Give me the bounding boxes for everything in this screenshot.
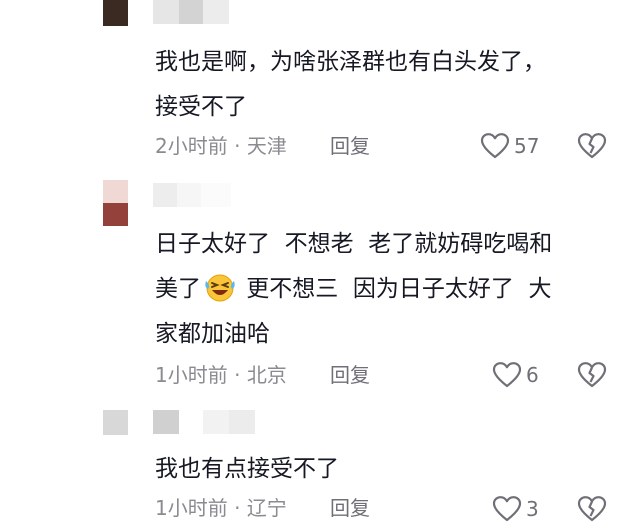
meta-separator: · — [234, 363, 241, 387]
heart-icon — [492, 495, 522, 523]
reply-button[interactable]: 回复 — [330, 362, 370, 388]
avatar[interactable] — [103, 180, 128, 226]
heart-icon — [492, 361, 522, 389]
comment-time: 1小时前 — [155, 363, 228, 387]
comment-meta: 2小时前 · 天津 回复 — [155, 133, 370, 159]
avatar[interactable] — [103, 410, 128, 435]
comment-time: 1小时前 — [155, 496, 228, 520]
like-count: 6 — [526, 363, 539, 387]
comment-text: 我也有点接受不了 — [155, 456, 339, 482]
laughing-crying-emoji-icon — [203, 271, 237, 303]
comment-text: 我也是啊，为啥张泽群也有白头发了， 接受不了 — [155, 49, 546, 120]
like-button[interactable]: 57 — [480, 131, 539, 161]
comment-location: 天津 — [246, 134, 287, 158]
comment-text: 日子太好了 不想老 老了就妨碍吃喝和 美了 更不想三 因为日子太好了 大 家都加… — [155, 222, 625, 357]
avatar[interactable] — [103, 0, 128, 26]
comment-meta: 1小时前 · 北京 回复 — [155, 362, 370, 388]
comment-time: 2小时前 — [155, 134, 228, 158]
meta-separator: · — [234, 496, 241, 520]
dislike-button[interactable] — [577, 360, 607, 390]
reply-button[interactable]: 回复 — [330, 495, 370, 521]
like-count: 57 — [514, 134, 540, 158]
broken-heart-icon — [577, 362, 607, 394]
heart-icon — [480, 132, 510, 160]
meta-separator: · — [234, 134, 241, 158]
like-count: 3 — [526, 497, 539, 521]
reply-button[interactable]: 回复 — [330, 133, 370, 159]
comment-location: 北京 — [246, 363, 287, 387]
like-button[interactable]: 3 — [492, 494, 539, 524]
comment-location: 辽宁 — [246, 496, 287, 520]
dislike-button[interactable] — [577, 494, 607, 524]
like-button[interactable]: 6 — [492, 360, 539, 390]
comment-meta: 1小时前 · 辽宁 回复 — [155, 495, 370, 521]
dislike-button[interactable] — [577, 131, 607, 161]
broken-heart-icon — [577, 133, 607, 165]
broken-heart-icon — [577, 496, 607, 528]
